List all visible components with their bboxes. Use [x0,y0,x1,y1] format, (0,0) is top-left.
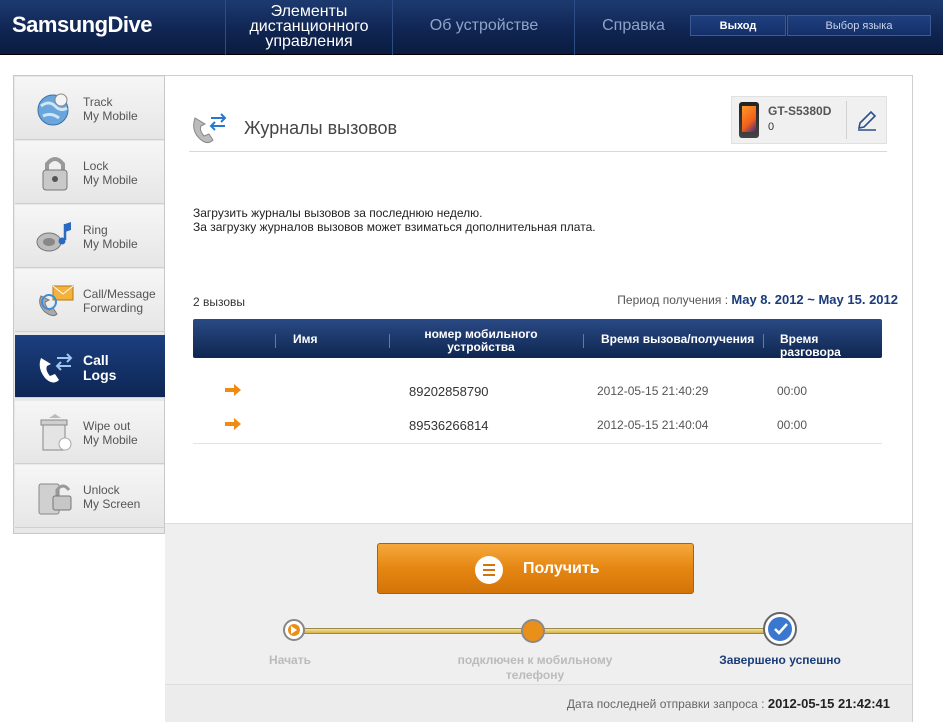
main-content: Журналы вызовов GT-S5380D 0 Загрузить жу… [165,75,913,722]
step-complete-indicator [763,612,797,646]
last-request-label: Дата последней отправки запроса : [566,697,765,711]
samsungdive-logo[interactable]: SamsungDive [12,12,153,38]
intro-line-2: За загрузку журналов вызовов может взима… [193,220,596,234]
step-label-connected: подключен к мобильному телефону [457,653,613,682]
edit-pencil-icon[interactable] [856,107,878,131]
nav-about-device[interactable]: Об устройстве [394,0,575,55]
sidebar-item-label: Track My Mobile [83,95,138,123]
sidebar-item-forwarding[interactable]: Call/Message Forwarding [15,269,164,332]
sidebar-item-label: Lock My Mobile [83,159,138,187]
sidebar-item-label: Call Logs [83,352,117,383]
column-separator [763,334,764,348]
top-header: SamsungDive Элементы дистанционного упра… [0,0,943,55]
language-select-button[interactable]: Выбор языка [787,15,931,36]
period-value: May 8. 2012 ~ May 15. 2012 [731,292,898,307]
period-info: Период получения : May 8. 2012 ~ May 15.… [617,292,898,307]
column-mobile-number: номер мобильного устройства [424,327,538,354]
page-header: Журналы вызовов GT-S5380D 0 [189,96,887,152]
forwarding-icon [39,285,74,317]
trash-icon [40,414,72,451]
sidebar-item-wipe-out[interactable]: Wipe out My Mobile [15,401,164,464]
last-request: Дата последней отправки запроса : 2012-0… [567,696,890,711]
action-panel: Получить Начать подключен к мобильному т… [165,523,912,722]
step-start-indicator [283,619,305,641]
outgoing-arrow-icon [225,384,241,396]
divider [846,101,847,139]
period-label: Период получения : [617,293,729,307]
play-icon [291,626,297,634]
padlock-icon [42,157,68,191]
step-label-complete: Завершено успешно [719,653,841,667]
device-model: GT-S5380D [768,104,832,118]
device-phone-image [739,102,759,138]
call-duration: 00:00 [777,384,808,398]
speaker-icon [36,222,71,252]
nav-help[interactable]: Справка [576,0,691,55]
unlock-icon [38,483,72,515]
sidebar-item-label: Ring My Mobile [83,223,138,251]
call-logs-icon [193,113,227,144]
device-count: 0 [768,121,775,133]
get-button[interactable]: Получить [377,543,694,594]
column-separator [275,334,276,348]
table-row[interactable]: 89202858790 2012-05-15 21:40:29 00:00 [193,374,882,408]
column-call-time: Время вызова/получения [601,332,755,346]
call-log-table-header: Имя номер мобильного устройства Время вы… [193,319,882,359]
sidebar-item-label: Wipe out My Mobile [83,419,138,447]
intro-text: Загрузить журналы вызовов за последнюю н… [193,206,596,234]
step-connected-indicator [521,619,545,643]
column-separator [389,334,390,348]
calls-count: 2 вызовы [193,295,246,309]
column-duration: Время разговора [780,332,841,359]
list-icon [475,556,503,584]
page-title: Журналы вызовов [244,118,398,138]
table-row[interactable]: 89536266814 2012-05-15 21:40:04 00:00 [193,408,882,442]
last-request-value: 2012-05-15 21:42:41 [767,696,890,711]
intro-line-1: Загрузить журналы вызовов за последнюю н… [193,206,483,220]
sidebar-item-label: Call/Message Forwarding [83,287,156,315]
sidebar-item-ring-my-mobile[interactable]: Ring My Mobile [15,205,164,268]
column-separator [583,334,584,348]
call-time: 2012-05-15 21:40:29 [597,384,709,398]
sidebar-item-label: Unlock My Screen [83,483,141,511]
call-time: 2012-05-15 21:40:04 [597,418,709,432]
nav-remote-controls[interactable]: Элементы дистанционного управления [225,0,393,55]
globe-icon [37,93,69,126]
mobile-number: 89202858790 [409,384,489,399]
device-info: GT-S5380D 0 [731,96,887,144]
get-button-label: Получить [523,560,600,577]
divider [193,443,882,444]
mobile-number: 89536266814 [409,418,489,433]
sidebar-item-call-logs[interactable]: Call Logs [15,335,184,399]
outgoing-arrow-icon [225,418,241,430]
sidebar-item-unlock-screen[interactable]: Unlock My Screen [15,465,164,528]
sidebar-item-lock-my-mobile[interactable]: Lock My Mobile [15,141,164,204]
last-request-bar: Дата последней отправки запроса : 2012-0… [165,684,912,722]
step-label-start: Начать [269,653,311,667]
exit-button[interactable]: Выход [690,15,786,36]
call-logs-icon [39,353,73,383]
sidebar: Track My Mobile Lock My Mobile Ring My M… [13,75,184,534]
sidebar-item-track-my-mobile[interactable]: Track My Mobile [15,77,164,140]
column-name: Имя [293,332,318,346]
checkmark-icon [774,623,788,635]
call-duration: 00:00 [777,418,808,432]
